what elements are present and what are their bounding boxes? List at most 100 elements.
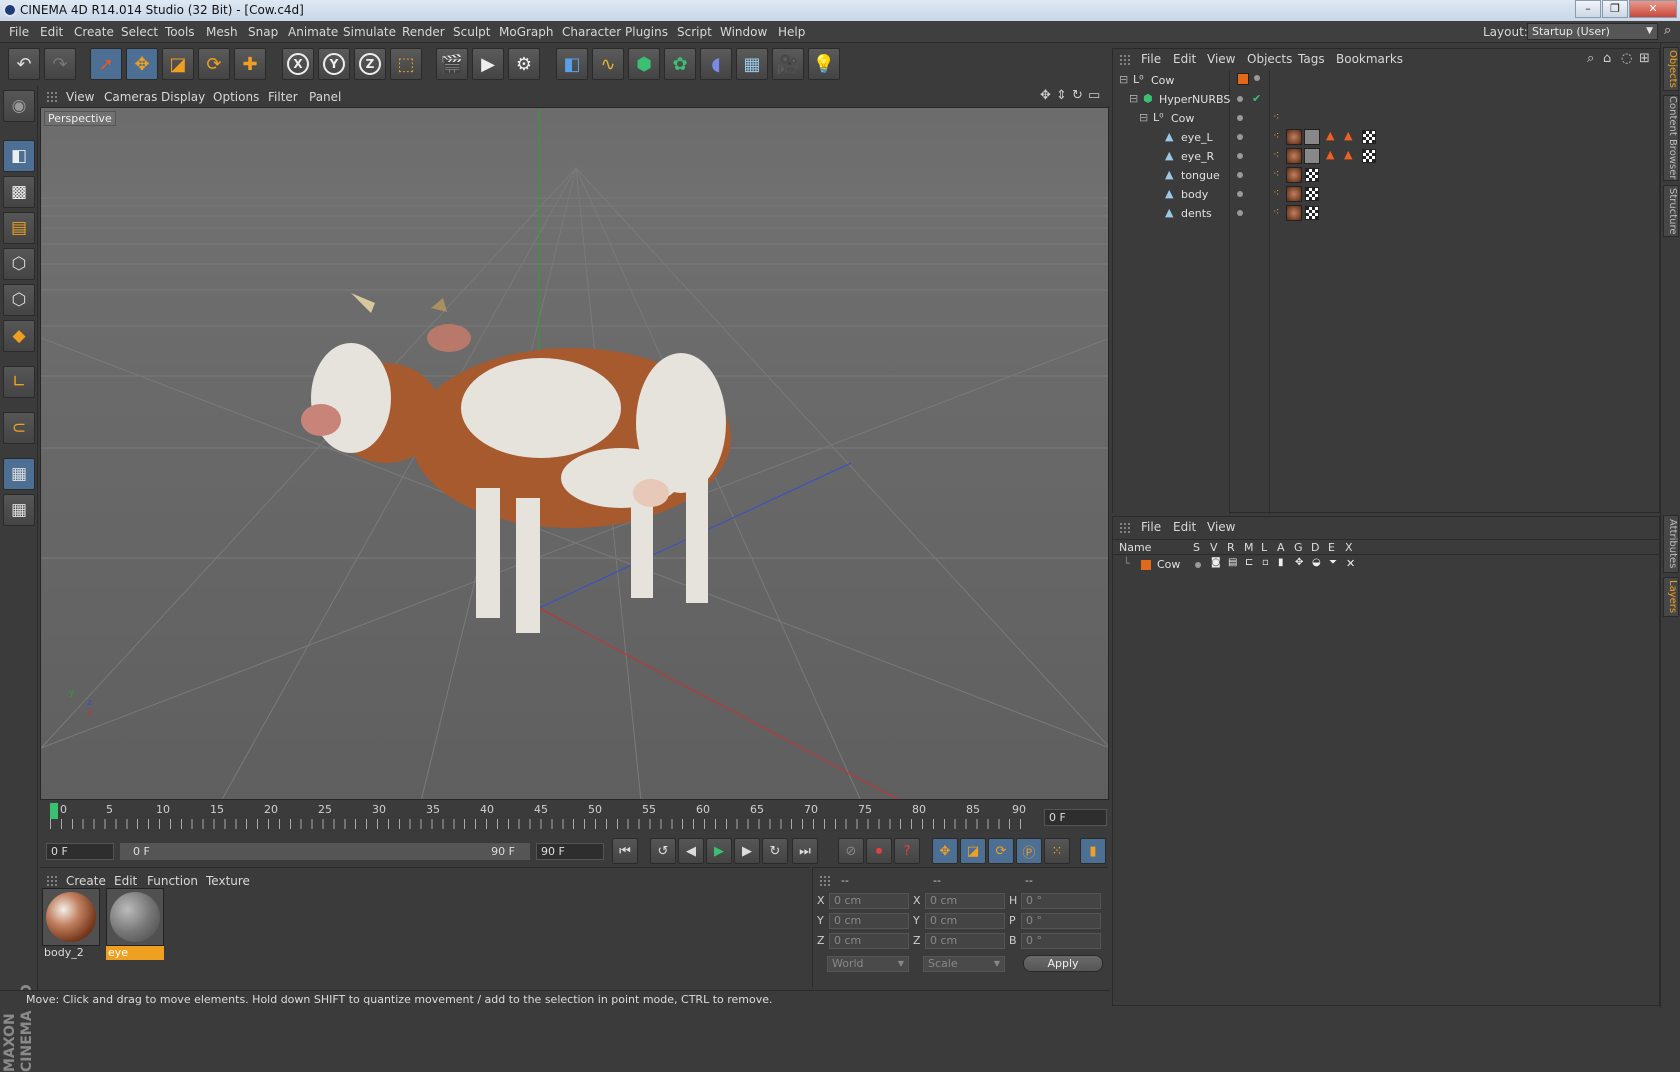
snap-button[interactable]: ⊂ (3, 412, 35, 444)
editor-visibility-dot[interactable] (1254, 75, 1260, 81)
coordinate-mode-select[interactable]: World ▼ (827, 956, 909, 972)
phong-tag-icon[interactable]: ⁖ (1273, 148, 1279, 161)
key-position-button[interactable]: ✥ (932, 838, 958, 864)
filter-icon[interactable]: ◌ (1621, 51, 1632, 66)
start-frame-field[interactable]: 0 F (46, 843, 114, 860)
layer-col-animation[interactable]: A (1277, 541, 1285, 554)
add-environment-button[interactable]: ▦ (736, 48, 768, 80)
search-icon[interactable]: ⌕ (1664, 23, 1671, 38)
layer-menu-file[interactable]: File (1141, 520, 1161, 534)
toggle-view-icon[interactable]: ▭ (1088, 88, 1100, 103)
menu-plugins[interactable]: Plugins (625, 25, 668, 39)
layer-col-view[interactable]: V (1210, 541, 1218, 554)
object-row-eye-r[interactable]: ▲ eye_R ⁖ ▲ ▲ (1113, 147, 1661, 166)
dolly-view-icon[interactable]: ⇕ (1056, 88, 1067, 103)
object-menu-objects[interactable]: Objects (1247, 52, 1292, 66)
playhead[interactable] (50, 803, 58, 819)
layer-menu-edit[interactable]: Edit (1173, 520, 1196, 534)
generator-icon[interactable]: ✥ (1295, 557, 1303, 568)
object-row-tongue[interactable]: ▲ tongue ⁖ (1113, 166, 1661, 185)
workplane-mode-button[interactable]: ▤ (3, 212, 35, 244)
locked-workplane-button[interactable]: ▦ (3, 458, 35, 490)
uvw-tag-icon[interactable] (1305, 206, 1319, 220)
layer-color-swatch[interactable] (1237, 73, 1249, 85)
deformer-icon[interactable]: ◒ (1312, 557, 1321, 568)
menu-file[interactable]: File (9, 25, 29, 39)
edge-mode-button[interactable]: ⬡ (3, 284, 35, 316)
axis-mode-button[interactable]: ∟ (3, 366, 35, 398)
lock-icon[interactable]: ▫ (1262, 557, 1269, 568)
layer-col-expressions[interactable]: E (1328, 541, 1335, 554)
add-camera-button[interactable]: 🎥 (772, 48, 804, 80)
undo-button[interactable]: ↶ (8, 48, 40, 80)
point-mode-button[interactable]: ⬡ (3, 248, 35, 280)
object-menu-edit[interactable]: Edit (1173, 52, 1196, 66)
menu-select[interactable]: Select (121, 25, 158, 39)
rot-h-field[interactable]: 0 ° (1021, 893, 1101, 909)
menu-mograph[interactable]: MoGraph (499, 25, 554, 39)
phong-tag-icon[interactable]: ⁖ (1273, 110, 1279, 123)
frame-ruler[interactable]: 0 5 10 15 20 25 30 35 40 45 50 55 60 65 … (50, 803, 1030, 829)
current-frame-field[interactable]: 0 F (1044, 809, 1107, 826)
y-axis-toggle[interactable]: Y (318, 48, 350, 80)
key-parameter-button[interactable]: Ⓟ (1016, 838, 1042, 864)
coordinate-system-button[interactable]: ⬚ (390, 48, 422, 80)
menu-help[interactable]: Help (778, 25, 805, 39)
phong-tag-icon[interactable]: ⁖ (1273, 205, 1279, 218)
tab-structure[interactable]: Structure (1663, 185, 1679, 237)
phong-tag-icon[interactable]: ⁖ (1273, 129, 1279, 142)
pan-view-icon[interactable]: ✥ (1040, 88, 1051, 103)
layer-col-generators[interactable]: G (1294, 541, 1303, 554)
menu-script[interactable]: Script (677, 25, 712, 39)
material-menu-create[interactable]: Create (66, 874, 106, 888)
render-picture-viewer-button[interactable]: ▶ (472, 48, 504, 80)
layer-col-render[interactable]: R (1227, 541, 1235, 554)
add-array-button[interactable]: ✿ (664, 48, 696, 80)
menu-sculpt[interactable]: Sculpt (453, 25, 490, 39)
viewport-menu-display[interactable]: Display (161, 90, 205, 104)
perspective-viewport[interactable]: Perspective y z x (40, 107, 1109, 800)
layer-color-swatch[interactable] (1141, 560, 1151, 570)
size-z-field[interactable]: 0 cm (925, 933, 1005, 949)
object-row-dents[interactable]: ▲ dents ⁖ (1113, 204, 1661, 223)
collapse-icon[interactable]: ⊟ (1129, 92, 1138, 105)
enabled-check-icon[interactable]: ✔ (1252, 92, 1261, 105)
recent-tool-button[interactable]: ✚ (234, 48, 266, 80)
material-tag-icon[interactable] (1286, 186, 1302, 202)
rot-p-field[interactable]: 0 ° (1021, 913, 1101, 929)
add-light-button[interactable]: 💡 (808, 48, 840, 80)
new-window-icon[interactable]: ⊞ (1639, 51, 1650, 66)
rotate-tool-button[interactable]: ⟳ (198, 48, 230, 80)
material-menu-edit[interactable]: Edit (114, 874, 137, 888)
material-tag-icon[interactable] (1286, 148, 1302, 164)
tab-objects[interactable]: Objects (1663, 47, 1679, 91)
material-tag-icon[interactable] (1286, 205, 1302, 221)
layout-select[interactable]: Startup (User) ▼ (1527, 23, 1658, 40)
live-selection-button[interactable]: ➚ (90, 48, 122, 80)
selection-tag-icon[interactable]: ▲ (1344, 129, 1352, 142)
layer-col-name[interactable]: Name (1119, 541, 1151, 554)
object-row-cow-null[interactable]: ⊟ L⁰ Cow ⁖ (1113, 109, 1661, 128)
orbit-view-icon[interactable]: ↻ (1072, 88, 1083, 103)
object-row-eye-l[interactable]: ▲ eye_L ⁖ ▲ ▲ (1113, 128, 1661, 147)
uvw-tag-icon[interactable] (1305, 168, 1319, 182)
render-clapboard-icon[interactable]: ▤ (1228, 557, 1237, 568)
viewport-menu-view[interactable]: View (66, 90, 94, 104)
scale-tool-button[interactable]: ◪ (162, 48, 194, 80)
material-menu-texture[interactable]: Texture (206, 874, 250, 888)
menu-edit[interactable]: Edit (40, 25, 63, 39)
layer-col-xref[interactable]: X (1345, 541, 1353, 554)
uvw-tag-icon[interactable] (1305, 187, 1319, 201)
solo-toggle[interactable] (1195, 562, 1201, 568)
key-pla-button[interactable]: ⁙ (1044, 838, 1070, 864)
object-row-body[interactable]: ▲ body ⁖ (1113, 185, 1661, 204)
pos-y-field[interactable]: 0 cm (829, 913, 909, 929)
object-menu-tags[interactable]: Tags (1298, 52, 1325, 66)
autokeying-button[interactable]: ⏺ (866, 838, 892, 864)
layer-col-deformers[interactable]: D (1311, 541, 1319, 554)
record-keys-button[interactable]: ⊘ (838, 838, 864, 864)
keyframe-selection-button[interactable]: ? (894, 838, 920, 864)
pos-z-field[interactable]: 0 cm (829, 933, 909, 949)
viewport-menu-options[interactable]: Options (213, 90, 259, 104)
menu-tools[interactable]: Tools (165, 25, 195, 39)
